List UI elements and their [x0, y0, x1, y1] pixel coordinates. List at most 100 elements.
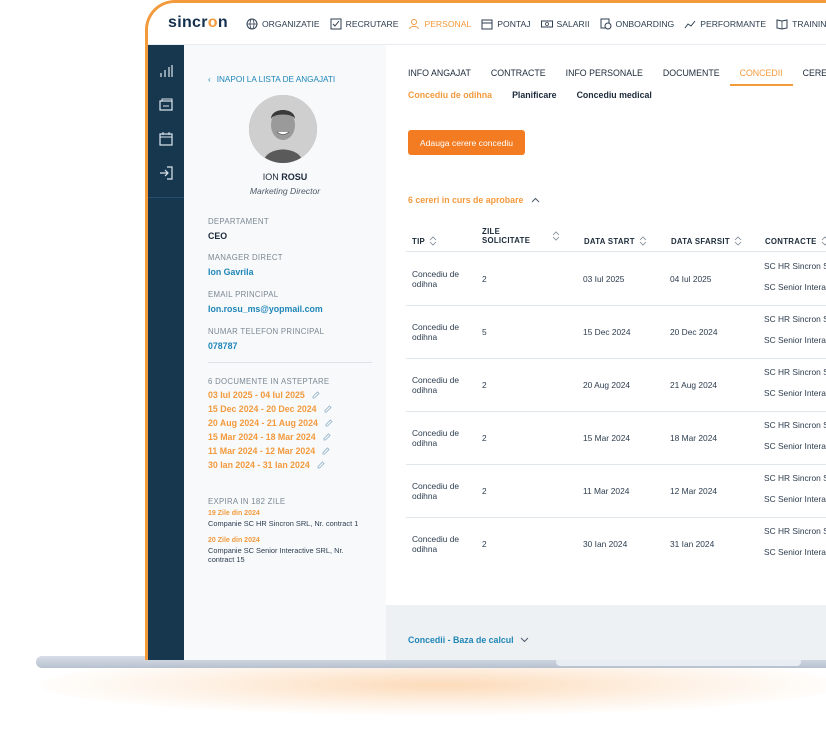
chevron-up-icon: [532, 197, 540, 203]
cell-contract: SC Senior Intera: [764, 441, 826, 451]
calendar-icon: [481, 19, 493, 30]
pending-doc-item[interactable]: 11 Mar 2024 - 12 Mar 2024: [208, 446, 331, 456]
cell-contract: SC Senior Intera: [764, 282, 826, 292]
add-leave-request-button[interactable]: Adauga cerere concediu: [408, 130, 525, 155]
nav-label: SALARII: [556, 19, 590, 29]
col-header-zile-solicitate[interactable]: ZILE SOLICITATE: [482, 227, 562, 245]
subtab-concediu-medical[interactable]: Concediu medical: [577, 90, 652, 100]
cell-contract: SC HR Sincron S: [764, 367, 826, 377]
email-link[interactable]: Ion.rosu_ms@yopmail.com: [208, 304, 323, 314]
cell-contract: SC Senior Intera: [764, 547, 826, 557]
back-label: INAPOI LA LISTA DE ANGAJATI: [216, 75, 336, 84]
cell-end: 20 Dec 2024: [670, 327, 718, 337]
globe-icon: [246, 18, 258, 30]
edit-icon: [312, 391, 320, 399]
cell-zile: 2: [482, 380, 487, 390]
chevron-left-icon: ‹: [208, 75, 211, 84]
checkbox-icon: [330, 18, 342, 30]
tab-cereri[interactable]: CERERI: [793, 66, 826, 86]
row-divider: [406, 305, 826, 306]
edit-icon: [323, 433, 331, 441]
main-nav: ORGANIZATIE RECRUTARE PERSONAL PONTAJ SA…: [246, 18, 826, 30]
nav-label: ORGANIZATIE: [262, 19, 320, 29]
nav-item-organizatie[interactable]: ORGANIZATIE: [246, 18, 320, 30]
table-header-divider: [406, 251, 826, 252]
cell-tip: Concediu de odihna: [412, 322, 460, 342]
edit-icon: [317, 461, 325, 469]
money-icon: [540, 20, 553, 28]
top-navigation: sincron ORGANIZATIE RECRUTARE PERSONAL P…: [148, 3, 826, 45]
col-header-contracte[interactable]: CONTRACTE: [765, 236, 826, 246]
pending-requests-toggle[interactable]: 6 cereri in curs de aprobare: [408, 195, 540, 205]
nav-item-recrutare[interactable]: RECRUTARE: [330, 18, 398, 30]
back-to-employees-link[interactable]: ‹ INAPOI LA LISTA DE ANGAJATI: [208, 75, 335, 84]
nav-label: TRAINING: [792, 19, 826, 29]
tab-concedii[interactable]: CONCEDII: [729, 66, 793, 86]
employee-job-title: Marketing Director: [249, 186, 321, 196]
cell-contract: SC HR Sincron S: [764, 526, 826, 536]
phone-link[interactable]: 078787: [208, 341, 237, 351]
col-header-data-start[interactable]: DATA START: [584, 236, 647, 246]
subtab-planificare[interactable]: Planificare: [512, 90, 557, 100]
contract-expiry-text: Companie SC HR Sincron SRL, Nr. contract…: [208, 519, 359, 528]
edit-icon: [322, 447, 330, 455]
manager-link[interactable]: Ion Gavrila: [208, 267, 253, 277]
leave-content-card: INFO ANGAJAT CONTRACTE INFO PERSONALE DO…: [386, 45, 826, 605]
nav-item-onboarding[interactable]: ONBOARDING: [600, 18, 675, 30]
sort-icon: [429, 236, 437, 246]
pending-doc-item[interactable]: 15 Mar 2024 - 18 Mar 2024: [208, 432, 332, 442]
tab-documente[interactable]: DOCUMENTE: [653, 66, 730, 86]
tab-info-personale[interactable]: INFO PERSONALE: [556, 66, 653, 86]
row-divider: [406, 411, 826, 412]
pending-doc-item[interactable]: 20 Aug 2024 - 21 Aug 2024: [208, 418, 334, 428]
nav-item-salarii[interactable]: SALARII: [540, 18, 590, 30]
nav-label: ONBOARDING: [615, 19, 675, 29]
cell-end: 04 Iul 2025: [670, 274, 712, 284]
bar-chart-icon[interactable]: [158, 63, 174, 79]
tab-info-angajat[interactable]: INFO ANGAJAT: [398, 66, 481, 86]
tab-contracte[interactable]: CONTRACTE: [481, 66, 556, 86]
cell-zile: 2: [482, 433, 487, 443]
nav-item-personal[interactable]: PERSONAL: [408, 18, 471, 30]
nav-item-training[interactable]: TRAINING: [776, 18, 826, 30]
email-label: EMAIL PRINCIPAL: [208, 290, 279, 299]
left-rail: [148, 45, 184, 660]
trend-icon: [684, 20, 696, 29]
pending-doc-item[interactable]: 03 Iul 2025 - 04 Iul 2025: [208, 390, 321, 400]
sort-icon: [552, 231, 560, 241]
calendar-icon[interactable]: [158, 131, 174, 147]
expires-label: EXPIRA IN 182 ZILE: [208, 497, 286, 506]
col-header-data-sfarsit[interactable]: DATA SFARSIT: [671, 236, 742, 246]
chevron-down-icon: [520, 637, 528, 643]
employee-profile-panel: ‹ INAPOI LA LISTA DE ANGAJATI ION ROSU M…: [184, 45, 386, 660]
cell-contract: SC Senior Intera: [764, 494, 826, 504]
department-label: DEPARTAMENT: [208, 217, 269, 226]
login-icon[interactable]: [158, 165, 174, 181]
pending-doc-item[interactable]: 30 Ian 2024 - 31 Ian 2024: [208, 460, 326, 470]
avatar-portrait: [249, 95, 317, 163]
cell-end: 18 Mar 2024: [670, 433, 718, 443]
nav-item-pontaj[interactable]: PONTAJ: [481, 18, 531, 30]
cell-contract: SC Senior Intera: [764, 388, 826, 398]
department-value: CEO: [208, 231, 228, 241]
nav-item-performante[interactable]: PERFORMANTE: [684, 18, 766, 30]
cards-icon[interactable]: [158, 97, 174, 113]
cell-start: 15 Dec 2024: [583, 327, 631, 337]
leave-subtabs: Concediu de odihna Planificare Concediu …: [408, 90, 652, 100]
phone-label: NUMAR TELEFON PRINCIPAL: [208, 327, 325, 336]
stage: sincron ORGANIZATIE RECRUTARE PERSONAL P…: [0, 0, 826, 732]
pending-doc-item[interactable]: 15 Dec 2024 - 20 Dec 2024: [208, 404, 333, 414]
profile-divider: [208, 362, 372, 363]
cell-contract: SC HR Sincron S: [764, 473, 826, 483]
contract-expiry-date: 20 Zile din 2024: [208, 537, 260, 544]
cell-start: 20 Aug 2024: [583, 380, 631, 390]
cell-start: 15 Mar 2024: [583, 433, 631, 443]
subtab-concediu-odihna[interactable]: Concediu de odihna: [408, 90, 492, 100]
base-calc-toggle[interactable]: Concedii - Baza de calcul: [408, 635, 529, 645]
cell-end: 21 Aug 2024: [670, 380, 718, 390]
logo[interactable]: sincron: [168, 14, 228, 32]
employee-tabs: INFO ANGAJAT CONTRACTE INFO PERSONALE DO…: [398, 66, 826, 86]
employee-name: ION ROSU: [262, 172, 308, 182]
cell-start: 11 Mar 2024: [583, 486, 630, 496]
col-header-tip[interactable]: TIP: [412, 236, 437, 246]
